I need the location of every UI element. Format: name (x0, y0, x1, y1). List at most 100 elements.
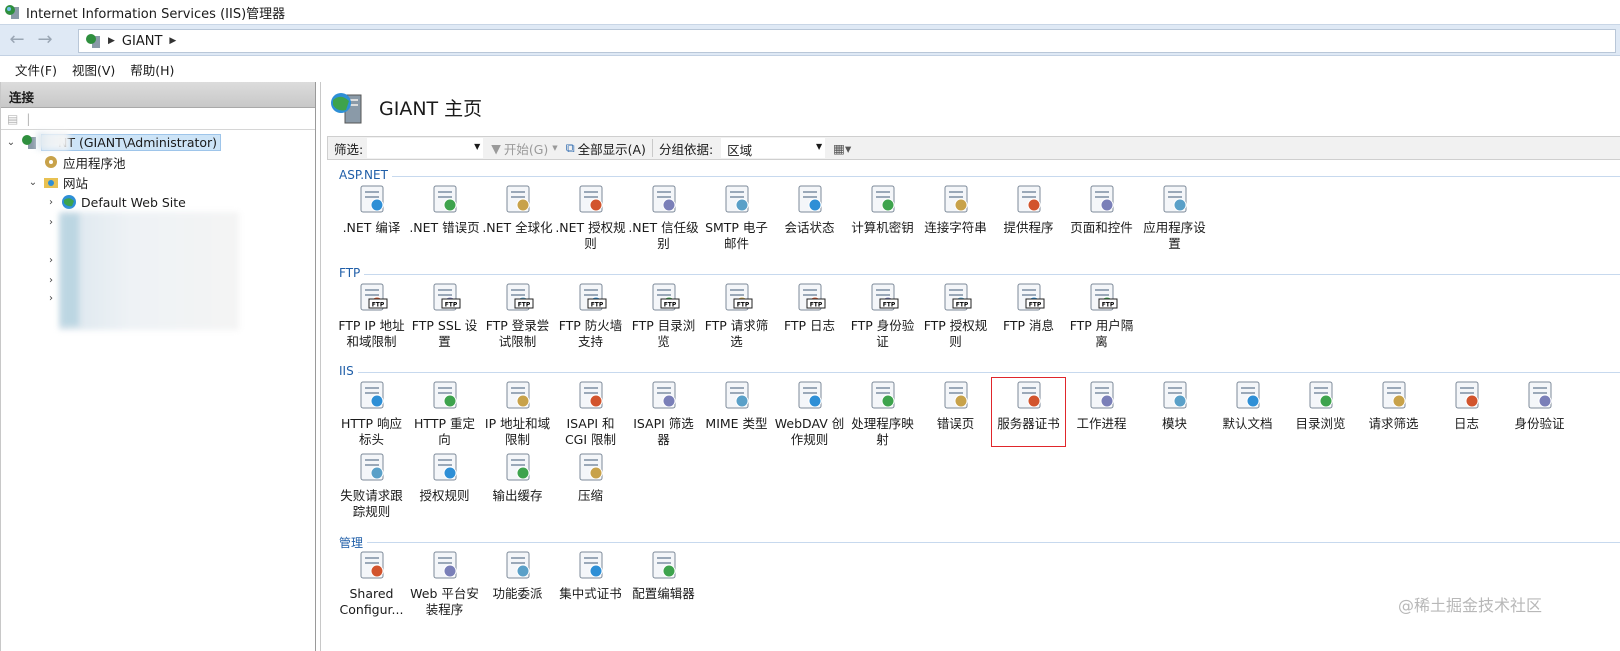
watermark: @稀土掘金技术社区 (1398, 596, 1543, 615)
feature-item[interactable]: 功能委派 (481, 548, 554, 616)
feature-item[interactable]: 集中式证书 (554, 548, 627, 616)
feature-item[interactable]: 失败请求跟踪规则 (335, 450, 408, 519)
feature-item[interactable]: 日志 (1430, 378, 1503, 446)
tree-node-blurred[interactable]: › (45, 270, 57, 290)
feature-item[interactable]: SMTP 电子邮件 (700, 182, 773, 251)
connect-icon[interactable]: ▤ (7, 112, 18, 126)
feature-delegation-icon (506, 551, 529, 579)
features-pane: GIANT 主页 筛选: ▼ ▼ 开始(G) ▼ ⧉ 全部显示(A) 分组依据:… (320, 82, 1620, 651)
feature-item[interactable]: Shared Configur... (335, 548, 408, 617)
feature-item[interactable]: ISAPI 和 CGI 限制 (554, 378, 627, 447)
feature-item[interactable]: 身份验证 (1503, 378, 1576, 446)
group-header[interactable]: ASP.NET (339, 168, 392, 182)
feature-item[interactable]: 处理程序映射 (846, 378, 919, 447)
feature-item[interactable]: FTP FTP 请求筛选 (700, 280, 773, 349)
feature-item[interactable]: 错误页 (919, 378, 992, 446)
feature-item[interactable]: 会话状态 (773, 182, 846, 250)
group-by-select[interactable]: 区域 ▼ (721, 138, 826, 158)
menu-file[interactable]: 文件(F) (15, 60, 57, 79)
group-header[interactable]: IIS (339, 364, 358, 378)
back-arrow-icon[interactable]: ← (6, 29, 28, 51)
feature-item[interactable]: FTP FTP SSL 设置 (408, 280, 481, 349)
collapse-icon[interactable]: ⌄ (27, 177, 39, 188)
feature-item[interactable]: 模块 (1138, 378, 1211, 446)
feature-item[interactable]: 输出缓存 (481, 450, 554, 518)
expand-icon[interactable]: › (45, 197, 57, 208)
feature-item[interactable]: FTP FTP 日志 (773, 280, 846, 348)
show-all-button[interactable]: ⧉ 全部显示(A) (566, 139, 646, 158)
worker-process-icon (1090, 381, 1113, 409)
feature-item[interactable]: .NET 错误页 (408, 182, 481, 250)
feature-item[interactable]: 计算机密钥 (846, 182, 919, 250)
feature-item[interactable]: 目录浏览 (1284, 378, 1357, 446)
feature-item[interactable]: 提供程序 (992, 182, 1065, 250)
feature-item[interactable]: .NET 信任级别 (627, 182, 700, 251)
feature-item[interactable]: 配置编辑器 (627, 548, 700, 616)
feature-item[interactable]: FTP FTP 防火墙支持 (554, 280, 627, 349)
tree-node-sites[interactable]: ⌄ 网站 (27, 172, 88, 192)
feature-item[interactable]: 服务器证书 (991, 377, 1066, 447)
breadcrumb-arrow-icon[interactable]: ▶ (169, 36, 176, 46)
filter-input[interactable]: ▼ (367, 138, 484, 158)
svg-text:FTP: FTP (1028, 302, 1041, 309)
menu-view[interactable]: 视图(V) (72, 60, 115, 79)
feature-label: 请求筛选 (1368, 416, 1419, 431)
feature-item[interactable]: FTP FTP 目录浏览 (627, 280, 700, 349)
feature-item[interactable]: HTTP 重定向 (408, 378, 481, 447)
feature-item[interactable]: FTP FTP 用户隔离 (1065, 280, 1138, 349)
svg-text:FTP: FTP (663, 302, 676, 309)
feature-item[interactable]: .NET 编译 (335, 182, 408, 250)
tree-node-default-site[interactable]: › Default Web Site (45, 192, 186, 212)
feature-item[interactable]: FTP FTP 登录尝试限制 (481, 280, 554, 349)
feature-item[interactable]: FTP FTP 身份验证 (846, 280, 919, 349)
feature-item[interactable]: ISAPI 筛选器 (627, 378, 700, 447)
start-filter-button[interactable]: ▼ 开始(G) ▼ (491, 139, 557, 158)
feature-item[interactable]: 页面和控件 (1065, 182, 1138, 250)
feature-item[interactable]: .NET 授权规则 (554, 182, 627, 251)
ftp-firewall-icon: FTP (579, 283, 606, 311)
feature-label: IP 地址和域限制 (484, 416, 551, 447)
feature-item[interactable]: .NET 全球化 (481, 182, 554, 250)
feature-item[interactable]: 工作进程 (1065, 378, 1138, 446)
address-box[interactable]: ▶ GIANT ▶ (78, 29, 1616, 53)
breadcrumb-giant[interactable]: GIANT (122, 34, 162, 49)
feature-label: 应用程序设置 (1143, 220, 1206, 251)
feature-item[interactable]: 默认文档 (1211, 378, 1284, 446)
providers-icon (1017, 185, 1040, 213)
dropdown-icon[interactable]: ▼ (816, 142, 822, 151)
feature-label: FTP 身份验证 (850, 318, 915, 349)
feature-item[interactable]: FTP FTP IP 地址和域限制 (335, 280, 408, 349)
forward-arrow-icon[interactable]: → (34, 29, 56, 51)
feature-item[interactable]: 应用程序设置 (1138, 182, 1211, 251)
compression-icon (579, 453, 602, 481)
feature-item[interactable]: MIME 类型 (700, 378, 773, 446)
error-page-icon (944, 381, 967, 409)
feature-item[interactable]: 请求筛选 (1357, 378, 1430, 446)
menu-help[interactable]: 帮助(H) (130, 60, 174, 79)
view-mode-icon[interactable]: ▦▾ (833, 141, 851, 156)
feature-item[interactable]: FTP FTP 消息 (992, 280, 1065, 348)
dropdown-icon[interactable]: ▼ (474, 142, 480, 151)
feature-item[interactable]: IP 地址和域限制 (481, 378, 554, 447)
feature-item[interactable]: WebDAV 创作规则 (773, 378, 846, 447)
tree-node-blurred[interactable]: › (45, 250, 57, 270)
feature-item[interactable]: 压缩 (554, 450, 627, 518)
connections-toolbar: ▤ | (1, 108, 315, 130)
feature-label: FTP 日志 (783, 318, 836, 333)
tree-label: Default Web Site (81, 194, 186, 210)
feature-label: 处理程序映射 (851, 416, 914, 447)
tree-node-blurred[interactable]: › (45, 212, 57, 232)
feature-item[interactable]: Web 平台安装程序 (408, 548, 481, 617)
group-divider (339, 274, 1620, 275)
feature-item[interactable]: 授权规则 (408, 450, 481, 518)
tree-node-app-pools[interactable]: 应用程序池 (27, 152, 126, 172)
svg-text:FTP: FTP (371, 302, 384, 309)
collapse-icon[interactable]: ⌄ (5, 137, 17, 148)
connections-pane: 连接 ▤ | ⌄ NT (GIANT\Administrator) 应用程序池 … (0, 82, 316, 651)
feature-item[interactable]: 连接字符串 (919, 182, 992, 250)
feature-item[interactable]: FTP FTP 授权规则 (919, 280, 992, 349)
feature-item[interactable]: HTTP 响应标头 (335, 378, 408, 447)
tree-node-blurred[interactable]: › (45, 288, 57, 308)
server-icon (22, 135, 36, 149)
group-header[interactable]: FTP (339, 266, 365, 280)
